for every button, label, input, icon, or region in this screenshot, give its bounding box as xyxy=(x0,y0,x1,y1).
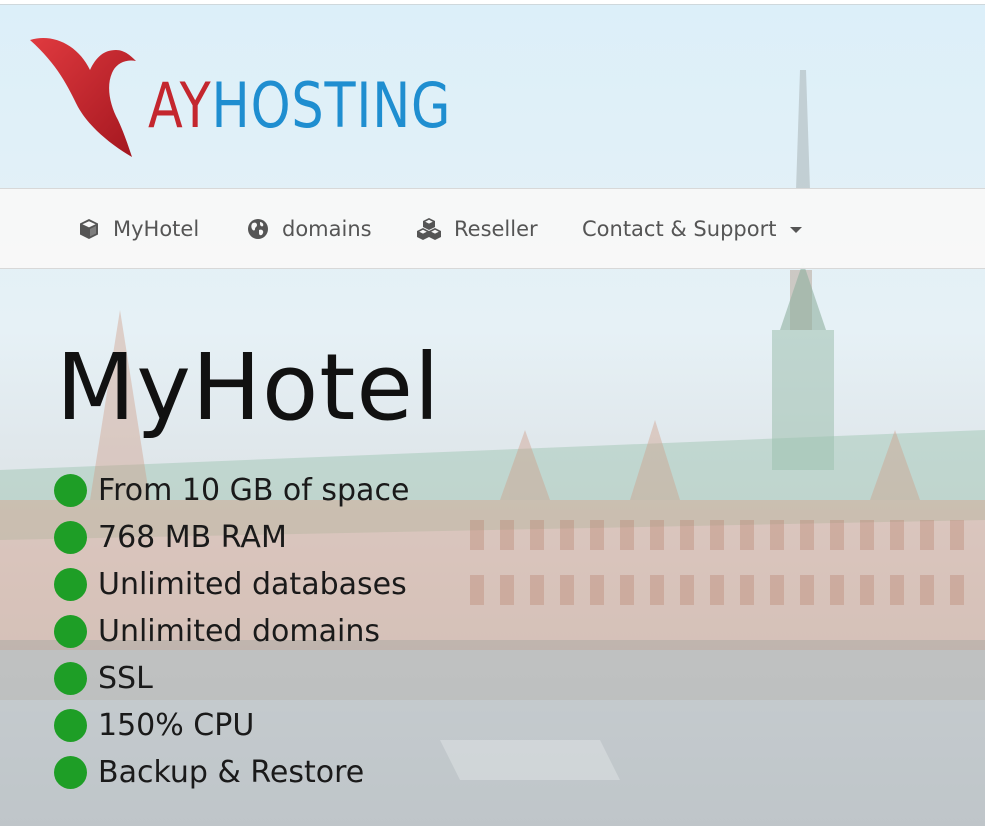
green-dot-icon xyxy=(54,709,87,742)
list-item: Backup & Restore xyxy=(54,749,409,796)
logo-text: AYHOSTING xyxy=(148,75,451,137)
list-item: SSL xyxy=(54,655,409,702)
green-dot-icon xyxy=(54,474,87,507)
list-item: 150% CPU xyxy=(54,702,409,749)
list-item: From 10 GB of space xyxy=(54,467,409,514)
list-item: Unlimited domains xyxy=(54,608,409,655)
cube-icon xyxy=(80,218,98,239)
hero-title: MyHotel xyxy=(56,334,441,441)
globe-icon xyxy=(248,218,268,239)
logo-text-hosting: HOSTING xyxy=(211,69,452,142)
green-dot-icon xyxy=(54,615,87,648)
cubes-icon xyxy=(417,217,441,240)
green-dot-icon xyxy=(54,568,87,601)
feature-text: 768 MB RAM xyxy=(98,520,287,555)
feature-text: Unlimited databases xyxy=(98,567,407,602)
site-header: AYHOSTING xyxy=(0,5,985,188)
bird-logo-icon xyxy=(30,38,136,157)
logo-text-ay: AY xyxy=(148,69,212,142)
hero-section: MyHotel From 10 GB of space 768 MB RAM U… xyxy=(0,269,985,826)
feature-text: From 10 GB of space xyxy=(98,473,410,508)
caret-down-icon xyxy=(790,227,803,233)
feature-text: Backup & Restore xyxy=(98,755,365,790)
top-border xyxy=(0,0,985,5)
green-dot-icon xyxy=(54,521,87,554)
feature-text: 150% CPU xyxy=(98,708,255,743)
feature-text: SSL xyxy=(98,661,153,696)
nav-item-label: Reseller xyxy=(454,216,538,241)
nav-item-domains[interactable]: domains xyxy=(246,189,372,268)
nav-item-myhotel[interactable]: MyHotel xyxy=(77,189,199,268)
main-navbar: MyHotel domains Reseller Contact & Suppo… xyxy=(0,188,985,269)
nav-item-label: Contact & Support xyxy=(582,216,777,241)
nav-item-reseller[interactable]: Reseller xyxy=(416,189,538,268)
green-dot-icon xyxy=(54,662,87,695)
nav-item-label: domains xyxy=(282,216,372,241)
list-item: Unlimited databases xyxy=(54,561,409,608)
nav-item-contact-support[interactable]: Contact & Support xyxy=(582,189,803,268)
nav-item-label: MyHotel xyxy=(113,216,200,241)
site-logo[interactable]: AYHOSTING xyxy=(28,35,450,165)
page: AYHOSTING MyHotel domains Reseller Conta… xyxy=(0,0,985,826)
feature-text: Unlimited domains xyxy=(98,614,380,649)
feature-list: From 10 GB of space 768 MB RAM Unlimited… xyxy=(54,467,409,796)
green-dot-icon xyxy=(54,756,87,789)
list-item: 768 MB RAM xyxy=(54,514,409,561)
